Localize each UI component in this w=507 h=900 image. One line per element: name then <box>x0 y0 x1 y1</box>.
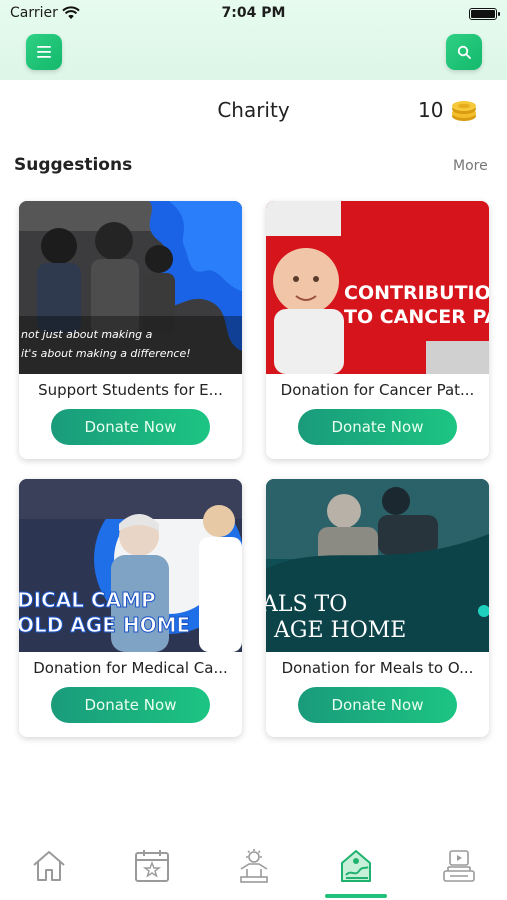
campaign-title: Donation for Medical Ca... <box>33 659 228 677</box>
more-link[interactable]: More <box>453 158 488 174</box>
tab-charity[interactable] <box>232 844 276 888</box>
menu-button[interactable] <box>26 34 62 70</box>
charity-icon <box>240 849 268 883</box>
donate-now-button[interactable]: Donate Now <box>298 687 457 723</box>
hamburger-icon <box>37 46 51 58</box>
campaign-image-cancer: CONTRIBUTION TO CANCER PATIE <box>266 201 489 374</box>
suggestions-title: Suggestions <box>14 155 133 175</box>
campaign-card[interactable]: CONTRIBUTION TO CANCER PATIE Donation fo… <box>266 201 489 459</box>
campaign-card[interactable]: ALS TO AGE HOME Donation for Meals to O.… <box>266 479 489 737</box>
search-button[interactable] <box>446 34 482 70</box>
active-tab-indicator <box>325 894 387 898</box>
campaign-image-medical-camp: DICAL CAMP OLD AGE HOME <box>19 479 242 652</box>
home-icon <box>33 851 65 881</box>
campaign-title: Donation for Cancer Pat... <box>280 381 475 399</box>
status-bar: Carrier 7:04 PM <box>0 0 507 28</box>
media-icon <box>443 850 475 882</box>
svg-text:OLD AGE HOME: OLD AGE HOME <box>19 613 190 637</box>
tab-home[interactable] <box>27 844 71 888</box>
campaign-title: Donation for Meals to O... <box>281 659 474 677</box>
svg-text:DICAL CAMP: DICAL CAMP <box>19 588 156 612</box>
donate-icon <box>341 850 371 882</box>
coin-count: 10 <box>418 98 444 122</box>
top-bar: Carrier 7:04 PM <box>0 0 507 80</box>
tab-events[interactable] <box>130 844 174 888</box>
donate-now-button[interactable]: Donate Now <box>298 409 457 445</box>
tab-donate[interactable] <box>334 844 378 888</box>
campaign-title: Support Students for E... <box>38 381 223 399</box>
page-header: Charity 10 <box>0 90 507 130</box>
campaign-card[interactable]: not just about making a it's about makin… <box>19 201 242 459</box>
donate-now-button[interactable]: Donate Now <box>51 409 210 445</box>
svg-text:TO CANCER PATIE: TO CANCER PATIE <box>344 306 489 328</box>
svg-text:CONTRIBUTION: CONTRIBUTION <box>344 282 489 304</box>
search-icon <box>457 45 471 59</box>
campaign-image-students: not just about making a it's about makin… <box>19 201 242 374</box>
tab-media[interactable] <box>437 844 481 888</box>
campaign-image-meals: ALS TO AGE HOME <box>266 479 489 652</box>
battery-icon <box>469 8 500 20</box>
bottom-tab-bar <box>0 830 507 900</box>
svg-text:it's about making a difference: it's about making a difference! <box>21 347 191 360</box>
calendar-icon <box>135 850 169 882</box>
coins-icon <box>452 101 476 121</box>
svg-text:not just about making a: not just about making a <box>21 328 153 341</box>
svg-text:ALS TO: ALS TO <box>266 592 347 617</box>
svg-text:AGE HOME: AGE HOME <box>273 618 406 643</box>
campaign-card[interactable]: DICAL CAMP OLD AGE HOME Donation for Med… <box>19 479 242 737</box>
status-time: 7:04 PM <box>221 5 286 21</box>
donate-now-button[interactable]: Donate Now <box>51 687 210 723</box>
